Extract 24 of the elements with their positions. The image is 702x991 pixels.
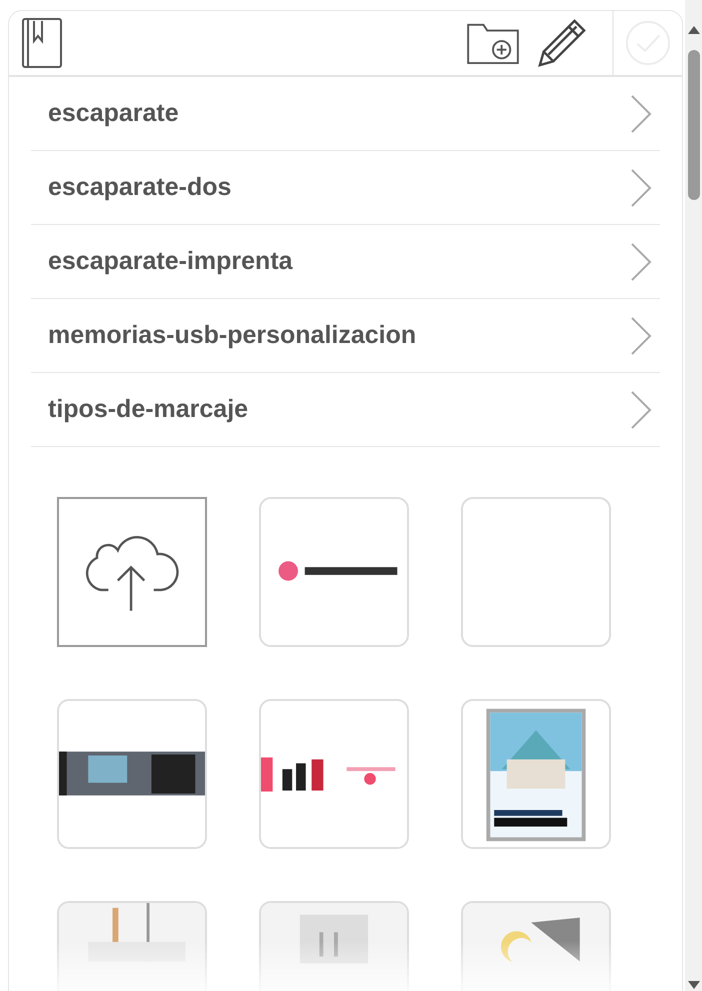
add-folder-icon[interactable] [466,21,520,65]
folder-item[interactable]: escaparate-dos [31,151,660,225]
image-tile[interactable] [461,497,611,647]
scrollbar[interactable] [685,0,702,991]
upload-tile[interactable] [57,497,207,647]
bookmark-book-icon[interactable] [21,17,63,69]
scroll-down-icon[interactable] [688,981,700,989]
folder-name: escaparate [48,98,180,129]
folder-name: tipos-de-marcaje [48,394,250,425]
pencil-icon[interactable] [536,17,588,69]
chevron-right-icon [630,316,652,356]
chevron-right-icon [630,94,652,134]
folder-item[interactable]: memorias-usb-personalizacion [31,299,660,373]
chevron-right-icon [630,168,652,208]
folder-item[interactable]: escaparate-imprenta [31,225,660,299]
folder-item[interactable]: tipos-de-marcaje [31,373,660,447]
folder-item[interactable]: escaparate [31,77,660,151]
scroll-thumb[interactable] [688,50,700,200]
chevron-right-icon [630,242,652,282]
scroll-up-icon[interactable] [688,26,700,34]
chevron-right-icon [630,390,652,430]
folder-name: memorias-usb-personalizacion [48,320,418,351]
folder-name: escaparate-imprenta [48,246,294,277]
folder-name: escaparate-dos [48,172,232,203]
